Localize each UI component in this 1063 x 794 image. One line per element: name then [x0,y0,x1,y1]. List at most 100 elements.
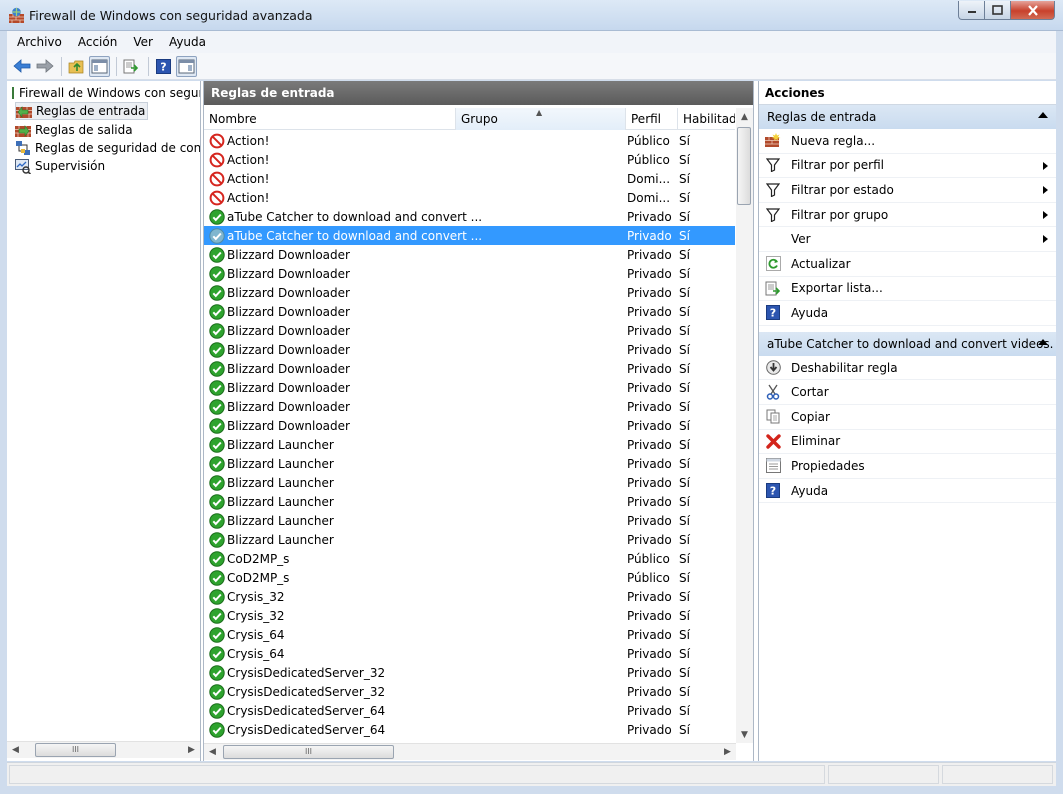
show-hide-tree-button[interactable] [89,55,110,77]
action-item[interactable]: Ver [759,227,1056,252]
table-row[interactable]: CrysisDedicatedServer_32 Privado Sí [204,682,735,701]
table-row[interactable]: Crysis_32 Privado Sí [204,587,735,606]
table-row[interactable]: Blizzard Downloader Privado Sí [204,302,735,321]
action-item[interactable]: Filtrar por perfil [759,154,1056,179]
action-item[interactable]: Filtrar por estado [759,178,1056,203]
action-item[interactable]: Eliminar [759,430,1056,455]
table-row[interactable]: Blizzard Downloader Privado Sí [204,321,735,340]
menu-accion[interactable]: Acción [68,35,125,49]
monitoring-icon [15,158,31,174]
action-item[interactable]: Cortar [759,380,1056,405]
tree-item-label: Reglas de entrada [36,104,146,118]
table-row[interactable]: Blizzard Downloader Privado Sí [204,245,735,264]
table-row[interactable]: CrysisDedicatedServer_64 Privado Sí [204,701,735,720]
maximize-button[interactable] [985,1,1011,20]
status-bar [7,762,1056,786]
cell-name: Action! [204,190,622,206]
table-row[interactable]: Blizzard Launcher Privado Sí [204,492,735,511]
column-profile[interactable]: Perfil [626,108,678,130]
action-item[interactable]: Propiedades [759,454,1056,479]
scroll-right-icon[interactable]: ▶ [183,742,200,759]
table-row[interactable]: Blizzard Downloader Privado Sí [204,283,735,302]
tree-item-connection-security[interactable]: Reglas de seguridad de conexión [15,139,200,157]
tree-horizontal-scrollbar[interactable]: ◀ III ▶ [7,741,200,758]
menu-ver[interactable]: Ver [123,35,161,49]
table-row[interactable]: Blizzard Launcher Privado Sí [204,530,735,549]
back-button[interactable] [11,56,32,77]
action-item[interactable]: ? Ayuda [759,479,1056,504]
list-vertical-scrollbar[interactable]: ▲ ▼ [736,108,753,743]
rule-name: Crysis_64 [227,627,285,642]
cell-profile: Privado [627,494,672,509]
action-item[interactable]: Filtrar por grupo [759,203,1056,228]
scroll-thumb[interactable] [737,127,751,205]
collapse-icon[interactable] [1038,338,1048,345]
action-item[interactable]: ? Ayuda [759,301,1056,326]
table-row[interactable]: CoD2MP_s Público Sí [204,568,735,587]
table-row[interactable]: Blizzard Downloader Privado Sí [204,378,735,397]
table-row[interactable]: CrysisDedicatedServer_32 Privado Sí [204,663,735,682]
action-label: Filtrar por perfil [791,158,884,173]
column-group[interactable]: ▲ Grupo [456,108,626,130]
list-pane-title: Reglas de entrada [204,81,753,105]
show-hide-actions-button[interactable] [176,55,197,77]
menu-ayuda[interactable]: Ayuda [159,35,214,49]
table-row[interactable]: Blizzard Downloader Privado Sí [204,359,735,378]
table-row[interactable]: CrysisDedicatedServer_64 Privado Sí [204,720,735,739]
allowed-rule-icon [209,398,225,415]
table-row[interactable]: Blizzard Launcher Privado Sí [204,511,735,530]
scroll-down-icon[interactable]: ▼ [736,726,753,743]
table-row[interactable]: Blizzard Downloader Privado Sí [204,340,735,359]
tree-item-monitoring[interactable]: Supervisión [15,157,105,175]
table-row[interactable]: Blizzard Launcher Privado Sí [204,435,735,454]
scroll-track[interactable]: III [221,744,719,761]
tree-item-outbound-rules[interactable]: Reglas de salida [15,121,133,139]
help-button[interactable]: ? [153,56,174,77]
action-item[interactable]: Copiar [759,405,1056,430]
table-row[interactable]: Action! Público Sí [204,150,735,169]
table-row[interactable]: Action! Público Sí [204,131,735,150]
table-row[interactable]: Blizzard Launcher Privado Sí [204,454,735,473]
scroll-left-icon[interactable]: ◀ [7,742,24,759]
column-enabled[interactable]: Habilitado [678,108,735,130]
submenu-arrow-icon [1043,186,1048,195]
action-label: Exportar lista... [791,281,883,296]
actions-section-header[interactable]: aTube Catcher to download and convert vi… [759,331,1056,356]
up-level-button[interactable] [66,56,87,77]
table-row[interactable]: Blizzard Downloader Privado Sí [204,397,735,416]
action-item[interactable]: Deshabilitar regla [759,356,1056,381]
forward-button[interactable] [34,56,55,77]
action-item[interactable]: Actualizar [759,252,1056,277]
table-row[interactable]: Crysis_32 Privado Sí [204,606,735,625]
action-label: Filtrar por grupo [791,207,889,222]
scroll-track[interactable]: III [24,742,183,759]
table-row[interactable]: aTube Catcher to download and convert ..… [204,207,735,226]
action-item[interactable]: Exportar lista... [759,277,1056,302]
collapse-icon[interactable] [1038,112,1048,118]
table-row[interactable]: Blizzard Downloader Privado Sí [204,416,735,435]
minimize-button[interactable] [958,1,985,20]
cell-profile: Privado [627,266,672,281]
export-list-button[interactable] [121,56,142,77]
close-button[interactable] [1011,1,1055,20]
tree-root-item[interactable]: Firewall de Windows con seguridad avanza… [11,84,200,102]
actions-section-header[interactable]: Reglas de entrada [759,105,1056,129]
scroll-up-icon[interactable]: ▲ [736,108,753,125]
action-item[interactable]: Nueva regla... [759,129,1056,154]
menu-archivo[interactable]: Archivo [7,35,70,49]
scroll-left-icon[interactable]: ◀ [204,744,221,761]
table-row[interactable]: CoD2MP_s Público Sí [204,549,735,568]
table-row[interactable]: Action! Domi... Sí [204,188,735,207]
column-name[interactable]: Nombre [204,108,456,130]
table-row[interactable]: Blizzard Downloader Privado Sí [204,264,735,283]
table-row[interactable]: Blizzard Launcher Privado Sí [204,473,735,492]
table-row[interactable]: Crysis_64 Privado Sí [204,625,735,644]
table-row[interactable]: aTube Catcher to download and convert ..… [204,226,735,245]
tree-item-inbound-rules[interactable]: Reglas de entrada [15,102,149,120]
table-row[interactable]: Action! Domi... Sí [204,169,735,188]
scroll-thumb[interactable]: III [223,744,394,759]
scroll-right-icon[interactable]: ▶ [719,744,736,761]
list-horizontal-scrollbar[interactable]: ◀ III ▶ [204,743,736,760]
scroll-thumb[interactable]: III [35,742,116,757]
table-row[interactable]: Crysis_64 Privado Sí [204,644,735,663]
